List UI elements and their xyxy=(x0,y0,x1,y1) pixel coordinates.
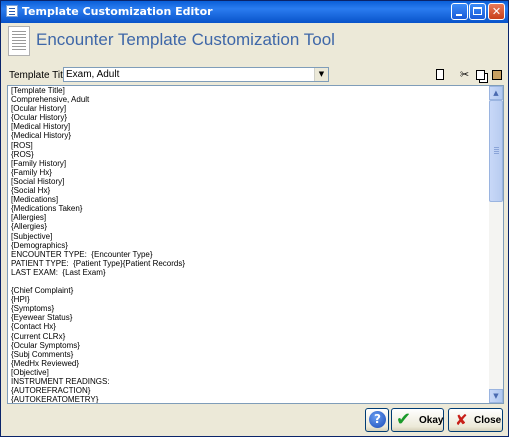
help-button[interactable]: ? xyxy=(365,408,389,432)
template-title-value: Exam, Adult xyxy=(66,69,120,80)
okay-label: Okay xyxy=(419,415,444,426)
okay-button[interactable]: ✔ Okay xyxy=(391,408,444,432)
copy-icon[interactable] xyxy=(473,67,489,83)
editor-line: {MedHx Reviewed} xyxy=(11,358,80,368)
editor-line: [Social History] xyxy=(11,176,65,186)
header: Encounter Template Customization Tool xyxy=(2,23,507,61)
editor-line: [Medical History] xyxy=(11,122,71,132)
editor-line: [Medications] xyxy=(11,195,59,205)
editor-line: {HPI} xyxy=(11,295,30,305)
scroll-up-icon[interactable]: ▲ xyxy=(489,86,503,100)
document-icon xyxy=(8,26,30,56)
editor-line: [Family History] xyxy=(11,158,67,168)
editor-line: INSTRUMENT READINGS: xyxy=(11,377,110,386)
editor-line: ENCOUNTER TYPE: {Encounter Type} xyxy=(11,249,153,259)
help-icon: ? xyxy=(369,411,386,428)
editor-window: Template Customization Editor Encounter … xyxy=(0,0,509,437)
scroll-down-icon[interactable]: ▼ xyxy=(489,389,503,403)
editor-line: [Subjective] xyxy=(11,231,53,241)
editor-line: {ROS} xyxy=(11,149,34,159)
close-button[interactable]: ✘ Close xyxy=(448,408,503,432)
editor-line: {Subj Comments} xyxy=(11,349,74,359)
editor-line: [Ocular History] xyxy=(11,104,67,114)
cut-icon[interactable] xyxy=(458,67,474,83)
editor-line: {Family Hx} xyxy=(11,167,52,177)
editor-line: [Allergies] xyxy=(11,213,47,223)
editor-line: {AUTOREFRACTION} xyxy=(11,386,91,396)
close-label: Close xyxy=(474,415,502,426)
scroll-thumb[interactable] xyxy=(489,100,503,202)
editor-line: {Social Hx} xyxy=(11,186,51,196)
editor-line: Comprehensive, Adult xyxy=(11,95,90,105)
page-title: Encounter Template Customization Tool xyxy=(36,30,335,49)
checkmark-icon: ✔ xyxy=(396,409,412,430)
new-document-icon[interactable] xyxy=(432,67,448,83)
title-bar[interactable]: Template Customization Editor xyxy=(1,1,508,23)
editor-line: {Ocular Symptoms} xyxy=(11,340,80,350)
x-icon: ✘ xyxy=(455,411,468,429)
editor-line: [ROS] xyxy=(11,140,33,150)
editor-text-content[interactable]: [Template Title] Comprehensive, Adult [Ocu… xyxy=(11,86,487,404)
editor-line: PATIENT TYPE: {Patient Type}{Patient Rec… xyxy=(11,258,186,268)
vertical-scrollbar[interactable]: ▲ ▼ xyxy=(489,86,503,403)
editor-line: LAST EXAM: {Last Exam} xyxy=(11,267,106,277)
editor-line: {Current CLRx} xyxy=(11,331,66,341)
editor-line: {Eyewear Status} xyxy=(11,313,73,323)
app-icon xyxy=(6,5,18,17)
editor-line: {Ocular History} xyxy=(11,113,68,123)
minimize-button[interactable] xyxy=(451,3,468,20)
editor-line: [Objective] xyxy=(11,367,49,377)
template-title-dropdown[interactable]: Exam, Adult ▼ xyxy=(63,67,329,82)
editor-line: {Chief Complaint} xyxy=(11,286,74,296)
editor-line: {Contact Hx} xyxy=(11,322,56,332)
window-close-button[interactable] xyxy=(488,3,505,20)
editor-line: {Allergies} xyxy=(11,222,48,232)
editor-line: {Demographics} xyxy=(11,240,68,250)
template-text-editor[interactable]: [Template Title] Comprehensive, Adult [Ocu… xyxy=(7,85,504,404)
editor-line: [Template Title] xyxy=(11,86,65,95)
paste-icon[interactable] xyxy=(489,67,505,83)
editor-line: {Medical History} xyxy=(11,131,72,141)
dropdown-arrow-icon[interactable]: ▼ xyxy=(314,68,328,81)
maximize-button[interactable] xyxy=(469,3,486,20)
window-title: Template Customization Editor xyxy=(22,5,213,18)
editor-line: {Symptoms} xyxy=(11,304,55,314)
editor-line: {AUTOKERATOMETRY} xyxy=(11,395,99,404)
editor-line: {Medications Taken} xyxy=(11,204,83,214)
